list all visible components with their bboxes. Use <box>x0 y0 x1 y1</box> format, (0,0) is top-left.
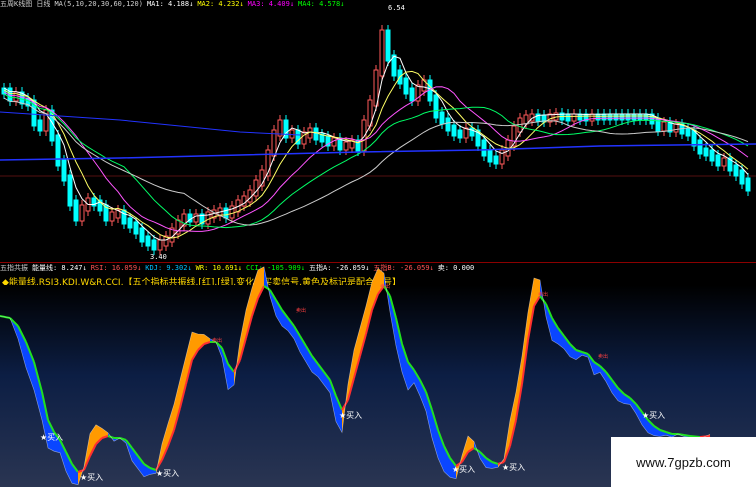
sell-signal-label: 卖出 <box>538 291 548 298</box>
buy-signal-label: ★买入 <box>40 433 63 442</box>
buy-signal-label: ★买入 <box>156 469 179 478</box>
buy-signal-label: ★买入 <box>502 463 525 472</box>
indicator-chart[interactable]: ★买入★买入 ★买入★买入★买入 ★买入★买入卖出卖出卖出卖出卖出 <box>0 0 756 487</box>
sell-signal-label: 卖出 <box>598 353 608 360</box>
buy-signal-label: ★买入 <box>452 465 475 474</box>
sell-signal-label: 卖出 <box>296 307 306 314</box>
stock-chart-window: 五周K线图 日线 MA(5,10,20,30,60,120) MA1: 4.188↓… <box>0 0 756 487</box>
buy-signal-label: ★买入 <box>80 473 103 482</box>
sell-signal-label: 卖出 <box>380 283 390 290</box>
buy-signal-label: ★买入 <box>339 411 362 420</box>
site-watermark: www.7gpzb.com <box>611 437 756 487</box>
buy-signal-label: ★买入 <box>642 411 665 420</box>
sell-signal-label: 卖出 <box>212 337 222 344</box>
